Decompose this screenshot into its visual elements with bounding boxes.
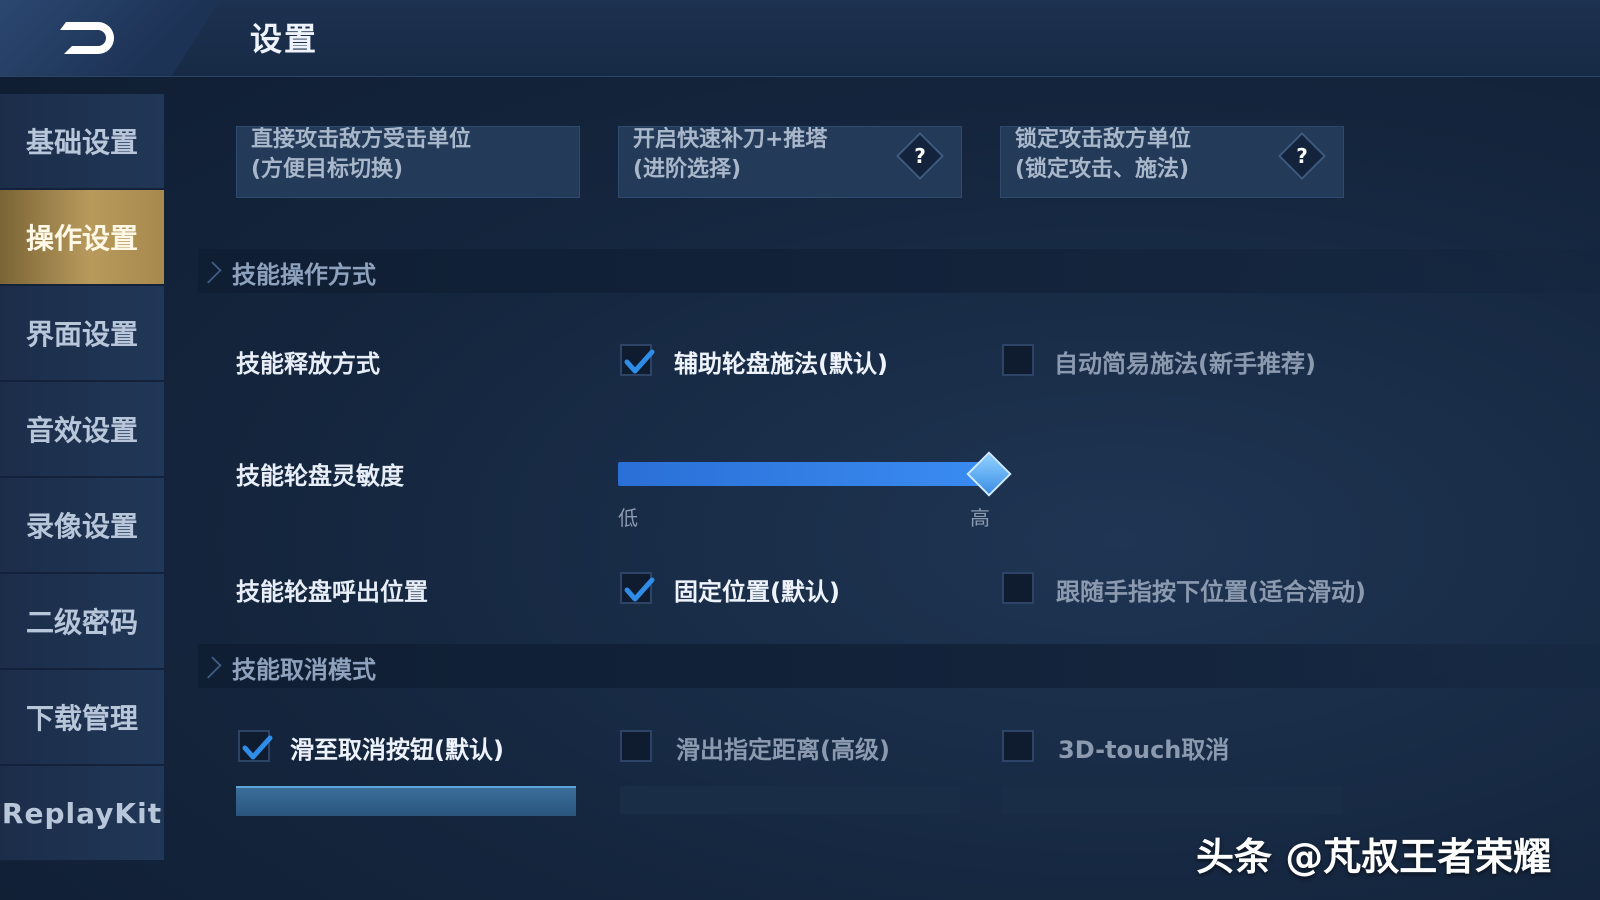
checkmark-icon [624, 349, 655, 374]
cancel-slide-button-label[interactable]: 滑至取消按钮(默认) [290, 730, 504, 765]
cancel-slide-button-checkbox[interactable] [238, 730, 273, 762]
slider-low-label: 低 [618, 506, 638, 530]
slider-high-label: 高 [970, 506, 990, 530]
wheel-position-fixed-checkbox[interactable] [620, 572, 655, 604]
wheel-position-follow-label[interactable]: 跟随手指按下位置(适合滑动) [1056, 572, 1366, 607]
wheel-position-follow-checkbox[interactable] [1002, 572, 1034, 604]
cancel-3dtouch-label[interactable]: 3D-touch取消 [1058, 730, 1229, 765]
cancel-preview-3dtouch [1002, 786, 1342, 814]
cancel-preview-slide-button [236, 786, 576, 816]
sensitivity-slider-track[interactable] [618, 462, 988, 486]
sidebar-item-sound[interactable]: 音效设置 [0, 382, 164, 478]
target-option-lock-target[interactable]: 锁定攻击敌方单位 (锁定攻击、施法) ? [1000, 126, 1344, 198]
checkmark-icon [624, 577, 655, 602]
sidebar-item-replaykit[interactable]: ReplayKit [0, 766, 164, 862]
help-icon[interactable]: ? [895, 131, 945, 181]
cancel-slide-distance-label[interactable]: 滑出指定距离(高级) [676, 730, 890, 765]
top-bar [0, 0, 1600, 77]
sidebar-item-controls[interactable]: 操作设置 [0, 190, 164, 286]
release-mode-assist-checkbox[interactable] [620, 344, 655, 376]
page-title: 设置 [250, 20, 319, 58]
sidebar-item-interface[interactable]: 界面设置 [0, 286, 164, 382]
sidebar-item-downloads[interactable]: 下载管理 [0, 670, 164, 766]
wheel-position-label: 技能轮盘呼出位置 [236, 578, 428, 606]
target-option-direct-attack[interactable]: 直接攻击敌方受击单位 (方便目标切换) [236, 126, 580, 198]
sidebar-item-replay[interactable]: 录像设置 [0, 478, 164, 574]
section-header-skill-cancel: 技能取消模式 [198, 644, 1600, 688]
watermark: 头条 @芃叔王者荣耀 [1196, 835, 1552, 879]
wheel-position-fixed-label[interactable]: 固定位置(默认) [674, 572, 840, 607]
cancel-preview-slide-distance [620, 786, 960, 814]
back-arrow-icon [60, 22, 114, 54]
help-icon[interactable]: ? [1277, 131, 1327, 181]
sidebar-item-basic[interactable]: 基础设置 [0, 94, 164, 190]
release-mode-auto-checkbox[interactable] [1002, 344, 1034, 376]
cancel-slide-distance-checkbox[interactable] [620, 730, 652, 762]
chevron-right-icon [199, 261, 222, 284]
release-mode-label: 技能释放方式 [236, 350, 380, 378]
checkmark-icon [242, 735, 273, 760]
chevron-right-icon [199, 656, 222, 679]
sensitivity-label: 技能轮盘灵敏度 [236, 462, 404, 490]
sensitivity-slider-handle[interactable] [966, 451, 1012, 497]
section-header-skill-operation: 技能操作方式 [198, 249, 1600, 293]
sidebar-item-secondary-password[interactable]: 二级密码 [0, 574, 164, 670]
release-mode-auto-label[interactable]: 自动简易施法(新手推荐) [1054, 344, 1316, 379]
cancel-3dtouch-checkbox[interactable] [1002, 730, 1034, 762]
sidebar: 基础设置 操作设置 界面设置 音效设置 录像设置 二级密码 下载管理 Repla… [0, 94, 164, 880]
target-option-quick-lasthit[interactable]: 开启快速补刀+推塔 (进阶选择) ? [618, 126, 962, 198]
release-mode-assist-label[interactable]: 辅助轮盘施法(默认) [674, 344, 888, 379]
